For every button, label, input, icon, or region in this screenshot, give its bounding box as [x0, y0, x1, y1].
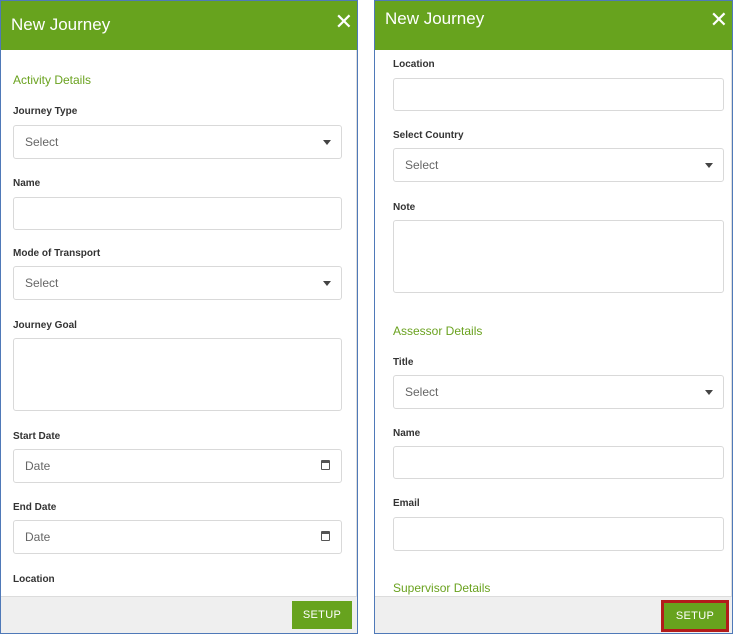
- setup-button-highlighted[interactable]: SETUP: [661, 600, 729, 632]
- location-input[interactable]: [393, 78, 724, 111]
- section-assessor-details: Assessor Details: [393, 324, 483, 338]
- start-date-input[interactable]: Date: [13, 449, 342, 483]
- note-textarea[interactable]: [393, 220, 724, 293]
- mode-of-transport-label: Mode of Transport: [13, 248, 101, 259]
- start-date-label: Start Date: [13, 431, 61, 442]
- assessor-name-input[interactable]: [393, 446, 724, 479]
- end-date-placeholder: Date: [25, 530, 51, 544]
- journey-type-label: Journey Type: [13, 106, 78, 117]
- dialog-header: New Journey ✕: [375, 1, 732, 50]
- dialog-header: New Journey ✕: [1, 1, 357, 50]
- title-label: Title: [393, 357, 414, 368]
- calendar-icon[interactable]: [321, 460, 330, 470]
- close-icon[interactable]: ✕: [710, 9, 728, 31]
- country-value: Select: [405, 158, 439, 172]
- journey-goal-label: Journey Goal: [13, 320, 77, 331]
- country-select[interactable]: Select: [393, 148, 724, 182]
- title-select[interactable]: Select: [393, 375, 724, 409]
- name-label: Name: [13, 178, 41, 189]
- dialog-title: New Journey: [11, 15, 111, 34]
- journey-type-value: Select: [25, 135, 59, 149]
- calendar-icon[interactable]: [321, 531, 330, 541]
- assessor-name-label: Name: [393, 428, 421, 439]
- chevron-down-icon: [323, 281, 331, 286]
- end-date-label: End Date: [13, 502, 57, 513]
- new-journey-dialog-right: New Journey ✕ Location Select Country Se…: [374, 0, 733, 634]
- title-value: Select: [405, 385, 439, 399]
- section-activity-details: Activity Details: [13, 73, 92, 87]
- dialog-body: Location Select Country Select Note Asse…: [375, 50, 732, 610]
- dialog-body: Activity Details Journey Type Select Nam…: [1, 50, 357, 610]
- end-date-input[interactable]: Date: [13, 520, 342, 554]
- chevron-down-icon: [323, 140, 331, 145]
- section-supervisor-details: Supervisor Details: [393, 581, 491, 595]
- email-label: Email: [393, 498, 420, 509]
- start-date-placeholder: Date: [25, 459, 51, 473]
- dialog-footer: SETUP: [1, 596, 357, 633]
- journey-type-select[interactable]: Select: [13, 125, 342, 159]
- chevron-down-icon: [705, 390, 713, 395]
- setup-button[interactable]: SETUP: [292, 601, 352, 629]
- mode-of-transport-value: Select: [25, 276, 59, 290]
- location-label: Location: [393, 59, 435, 70]
- select-country-label: Select Country: [393, 130, 464, 141]
- dialog-title: New Journey: [385, 9, 485, 28]
- close-icon[interactable]: ✕: [335, 11, 353, 33]
- location-label: Location: [13, 574, 55, 585]
- journey-goal-textarea[interactable]: [13, 338, 342, 411]
- chevron-down-icon: [705, 163, 713, 168]
- name-input[interactable]: [13, 197, 342, 230]
- assessor-email-input[interactable]: [393, 517, 724, 551]
- new-journey-dialog-left: New Journey ✕ Activity Details Journey T…: [0, 0, 358, 634]
- mode-of-transport-select[interactable]: Select: [13, 266, 342, 300]
- dialog-footer: SETUP: [375, 596, 732, 633]
- note-label: Note: [393, 202, 416, 213]
